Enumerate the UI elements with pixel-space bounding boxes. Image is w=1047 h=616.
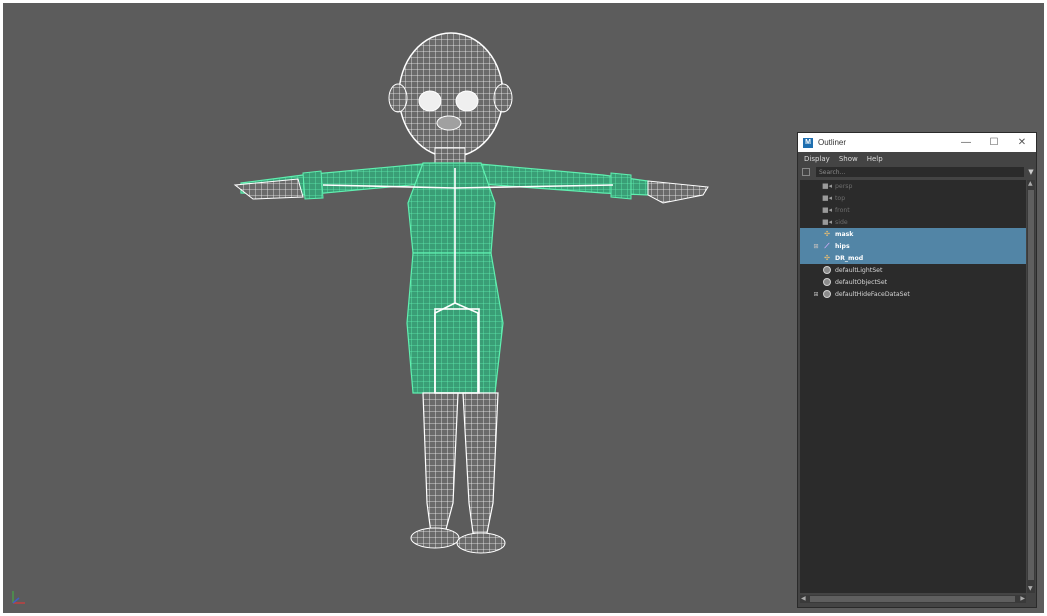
scrollbar-thumb[interactable] (1028, 190, 1034, 580)
search-input[interactable] (816, 167, 1024, 177)
search-row: ▼ (798, 166, 1036, 178)
maximize-button[interactable]: ☐ (980, 133, 1008, 152)
window-title: Outliner (818, 138, 847, 147)
outliner-item-persp[interactable]: ■◂ persp (800, 180, 1026, 192)
outliner-window[interactable]: M Outliner — ☐ ✕ Display Show Help ▼ ■◂ … (797, 132, 1037, 608)
outliner-item-defaultobjectset[interactable]: defaultObjectSet (800, 276, 1026, 288)
item-label: DR_mod (835, 254, 864, 262)
maya-logo-icon: M (803, 137, 813, 148)
set-icon (822, 266, 832, 274)
outliner-item-defaultlightset[interactable]: defaultLightSet (800, 264, 1026, 276)
scroll-up-icon[interactable]: ▲ (1028, 180, 1033, 188)
menu-help[interactable]: Help (867, 155, 883, 163)
item-label: defaultObjectSet (835, 278, 888, 286)
item-label: front (835, 206, 850, 214)
chevron-down-icon[interactable]: ▼ (1026, 168, 1036, 176)
item-label: mask (835, 230, 854, 238)
item-label: persp (835, 182, 853, 190)
outliner-item-mask[interactable]: ✣ mask (800, 228, 1026, 240)
menu-show[interactable]: Show (839, 155, 858, 163)
camera-icon: ■◂ (821, 182, 833, 190)
outliner-item-dr-mod[interactable]: ✣ DR_mod (800, 252, 1026, 264)
camera-icon: ■◂ (821, 206, 833, 214)
outliner-item-top[interactable]: ■◂ top (800, 192, 1026, 204)
scroll-down-icon[interactable]: ▼ (1028, 585, 1033, 593)
minimize-button[interactable]: — (952, 133, 980, 152)
outliner-item-front[interactable]: ■◂ front (800, 204, 1026, 216)
character-legs (410, 392, 506, 554)
expand-icon[interactable]: ⊞ (812, 291, 820, 298)
item-label: defaultHideFaceDataSet (835, 290, 910, 298)
outliner-titlebar[interactable]: M Outliner — ☐ ✕ (798, 133, 1036, 152)
joint-icon: ⟋ (824, 241, 830, 250)
item-label: defaultLightSet (835, 266, 883, 274)
outliner-item-hips[interactable]: ⊞ ⟋ hips (800, 240, 1026, 252)
select-icon[interactable] (802, 168, 810, 176)
horizontal-scrollbar[interactable]: ◀ ▶ (800, 595, 1026, 603)
item-label: hips (835, 242, 850, 250)
expand-icon[interactable]: ⊞ (812, 243, 820, 250)
axis-gizmo (12, 591, 25, 604)
outliner-list[interactable]: ■◂ persp ■◂ top ■◂ front ■◂ side ✣ mask … (800, 180, 1026, 593)
menu-display[interactable]: Display (804, 155, 830, 163)
outliner-item-defaulthidefacedataset[interactable]: ⊞ defaultHideFaceDataSet (800, 288, 1026, 300)
outliner-menubar: Display Show Help (798, 152, 1036, 166)
item-label: top (835, 194, 846, 202)
outliner-item-side[interactable]: ■◂ side (800, 216, 1026, 228)
camera-icon: ■◂ (821, 218, 833, 226)
item-label: side (835, 218, 848, 226)
close-button[interactable]: ✕ (1008, 133, 1036, 152)
scrollbar-thumb[interactable] (810, 596, 1015, 602)
transform-icon: ✣ (824, 254, 830, 262)
scroll-left-icon[interactable]: ◀ (801, 595, 806, 603)
character-head (388, 32, 513, 169)
set-icon (822, 290, 832, 298)
camera-icon: ■◂ (821, 194, 833, 202)
transform-icon: ✣ (824, 230, 830, 238)
scroll-right-icon[interactable]: ▶ (1020, 595, 1025, 603)
set-icon (822, 278, 832, 286)
vertical-scrollbar[interactable]: ▲ ▼ (1027, 180, 1035, 593)
